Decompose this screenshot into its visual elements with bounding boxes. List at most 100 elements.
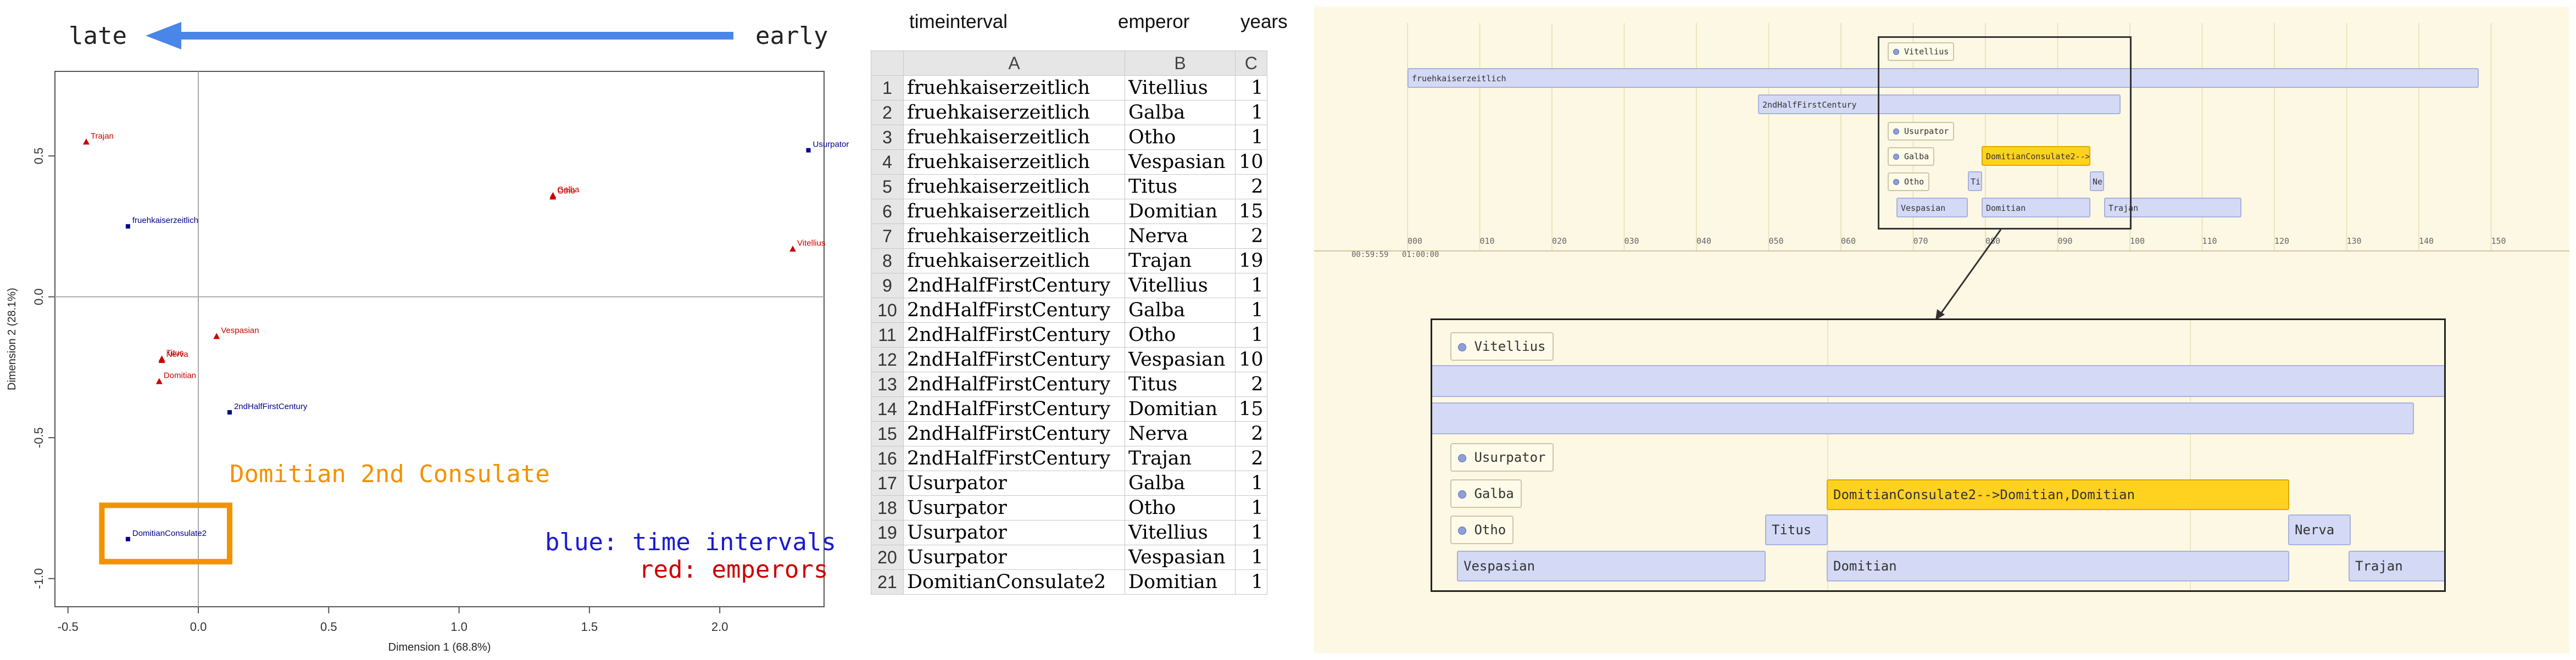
cell-timeinterval[interactable]: fruehkaiserzeitlich [903, 174, 1125, 199]
cell-years[interactable]: 2 [1235, 372, 1267, 397]
zoom-point-vitellius[interactable]: Vitellius [1450, 332, 1554, 361]
cell-emperor[interactable]: Otho [1125, 322, 1236, 348]
cell-years[interactable]: 2 [1235, 446, 1267, 471]
cell-emperor[interactable]: Galba [1125, 100, 1236, 125]
data-point-domitian[interactable] [155, 378, 163, 384]
cell-emperor[interactable]: Otho [1125, 125, 1236, 150]
cell-emperor[interactable]: Otho [1125, 495, 1236, 521]
row-number[interactable]: 21 [871, 569, 904, 595]
row-number[interactable]: 19 [871, 520, 904, 545]
cell-timeinterval[interactable]: fruehkaiserzeitlich [903, 149, 1125, 175]
cell-emperor[interactable]: Trajan [1125, 248, 1236, 273]
zoom-point-usurpator[interactable]: Usurpator [1450, 443, 1554, 472]
cell-emperor[interactable]: Domitian [1125, 396, 1236, 422]
row-number[interactable]: 17 [871, 471, 904, 496]
zoom-point-galba[interactable]: Galba [1450, 479, 1522, 508]
cell-emperor[interactable]: Vitellius [1125, 75, 1236, 100]
cell-timeinterval[interactable]: 2ndHalfFirstCentury [903, 372, 1125, 397]
row-number[interactable]: 4 [871, 149, 904, 175]
row-number[interactable]: 9 [871, 273, 904, 298]
cell-years[interactable]: 1 [1235, 125, 1267, 150]
cell-timeinterval[interactable]: fruehkaiserzeitlich [903, 75, 1125, 100]
cell-years[interactable]: 10 [1235, 149, 1267, 175]
cell-timeinterval[interactable]: Usurpator [903, 495, 1125, 521]
cell-years[interactable]: 1 [1235, 100, 1267, 125]
cell-years[interactable]: 1 [1235, 75, 1267, 100]
cell-years[interactable]: 1 [1235, 471, 1267, 496]
cell-timeinterval[interactable]: 2ndHalfFirstCentury [903, 347, 1125, 372]
cell-timeinterval[interactable]: fruehkaiserzeitlich [903, 248, 1125, 273]
cell-emperor[interactable]: Galba [1125, 298, 1236, 323]
cell-emperor[interactable]: Vitellius [1125, 520, 1236, 545]
data-point-usurpator[interactable] [806, 148, 811, 153]
cell-emperor[interactable]: Domitian [1125, 199, 1236, 224]
row-number[interactable]: 15 [871, 421, 904, 446]
cell-years[interactable]: 1 [1235, 545, 1267, 570]
cell-years[interactable]: 1 [1235, 520, 1267, 545]
row-number[interactable]: 2 [871, 100, 904, 125]
cell-timeinterval[interactable]: 2ndHalfFirstCentury [903, 322, 1125, 348]
cell-timeinterval[interactable]: Usurpator [903, 471, 1125, 496]
row-number[interactable]: 6 [871, 199, 904, 224]
cell-emperor[interactable]: Nerva [1125, 223, 1236, 249]
zoom-bar-domitian[interactable]: Domitian [1827, 551, 2289, 581]
cell-timeinterval[interactable]: fruehkaiserzeitlich [903, 199, 1125, 224]
zoom-bar-2ndhalffirstcentury[interactable] [1432, 402, 2414, 434]
row-number[interactable]: 14 [871, 396, 904, 422]
cell-emperor[interactable]: Trajan [1125, 446, 1236, 471]
data-point-2ndhalffirstcentury[interactable] [227, 410, 232, 415]
zoom-bar-vespasian[interactable]: Vespasian [1457, 551, 1766, 581]
row-number[interactable]: 5 [871, 174, 904, 199]
cell-emperor[interactable]: Domitian [1125, 569, 1236, 595]
corner-cell[interactable] [871, 51, 904, 76]
cell-years[interactable]: 2 [1235, 223, 1267, 249]
row-number[interactable]: 7 [871, 223, 904, 249]
data-point-domitianconsulate2[interactable] [125, 536, 130, 541]
cell-emperor[interactable]: Vespasian [1125, 347, 1236, 372]
cell-timeinterval[interactable]: Usurpator [903, 545, 1125, 570]
cell-emperor[interactable]: Vitellius [1125, 273, 1236, 298]
cell-timeinterval[interactable]: fruehkaiserzeitlich [903, 223, 1125, 249]
cell-years[interactable]: 15 [1235, 396, 1267, 422]
column-header-b[interactable]: B [1125, 51, 1236, 76]
cell-emperor[interactable]: Titus [1125, 174, 1236, 199]
zoom-selection-box[interactable] [1878, 36, 2132, 230]
data-point-trajan[interactable] [82, 138, 90, 145]
cell-timeinterval[interactable]: 2ndHalfFirstCentury [903, 273, 1125, 298]
cell-years[interactable]: 15 [1235, 199, 1267, 224]
cell-timeinterval[interactable]: 2ndHalfFirstCentury [903, 421, 1125, 446]
cell-timeinterval[interactable]: fruehkaiserzeitlich [903, 100, 1125, 125]
data-point-fruehkaiserzeitlich[interactable] [125, 224, 130, 229]
cell-years[interactable]: 1 [1235, 322, 1267, 348]
zoom-bar-domitianconsulate2[interactable]: DomitianConsulate2-->Domitian,Domitian [1827, 479, 2289, 510]
row-number[interactable]: 16 [871, 446, 904, 471]
row-number[interactable]: 13 [871, 372, 904, 397]
cell-years[interactable]: 19 [1235, 248, 1267, 273]
zoom-bar-nerva[interactable]: Nerva [2288, 514, 2351, 545]
row-number[interactable]: 18 [871, 495, 904, 521]
cell-timeinterval[interactable]: DomitianConsulate2 [903, 569, 1125, 595]
cell-timeinterval[interactable]: 2ndHalfFirstCentury [903, 396, 1125, 422]
cell-years[interactable]: 1 [1235, 495, 1267, 521]
zoom-bar-trajan[interactable]: Trajan [2349, 551, 2444, 581]
cell-emperor[interactable]: Titus [1125, 372, 1236, 397]
row-number[interactable]: 8 [871, 248, 904, 273]
zoom-point-otho[interactable]: Otho [1450, 516, 1514, 544]
cell-emperor[interactable]: Galba [1125, 471, 1236, 496]
cell-emperor[interactable]: Vespasian [1125, 545, 1236, 570]
row-number[interactable]: 12 [871, 347, 904, 372]
cell-years[interactable]: 10 [1235, 347, 1267, 372]
cell-timeinterval[interactable]: Usurpator [903, 520, 1125, 545]
cell-years[interactable]: 2 [1235, 174, 1267, 199]
cell-years[interactable]: 2 [1235, 421, 1267, 446]
row-number[interactable]: 3 [871, 125, 904, 150]
row-number[interactable]: 11 [871, 322, 904, 348]
cell-timeinterval[interactable]: fruehkaiserzeitlich [903, 125, 1125, 150]
cell-emperor[interactable]: Nerva [1125, 421, 1236, 446]
row-number[interactable]: 20 [871, 545, 904, 570]
cell-years[interactable]: 1 [1235, 569, 1267, 595]
cell-emperor[interactable]: Vespasian [1125, 149, 1236, 175]
row-number[interactable]: 1 [871, 75, 904, 100]
zoom-bar-fruehkaiserzeitlich[interactable] [1432, 365, 2444, 397]
cell-timeinterval[interactable]: 2ndHalfFirstCentury [903, 298, 1125, 323]
